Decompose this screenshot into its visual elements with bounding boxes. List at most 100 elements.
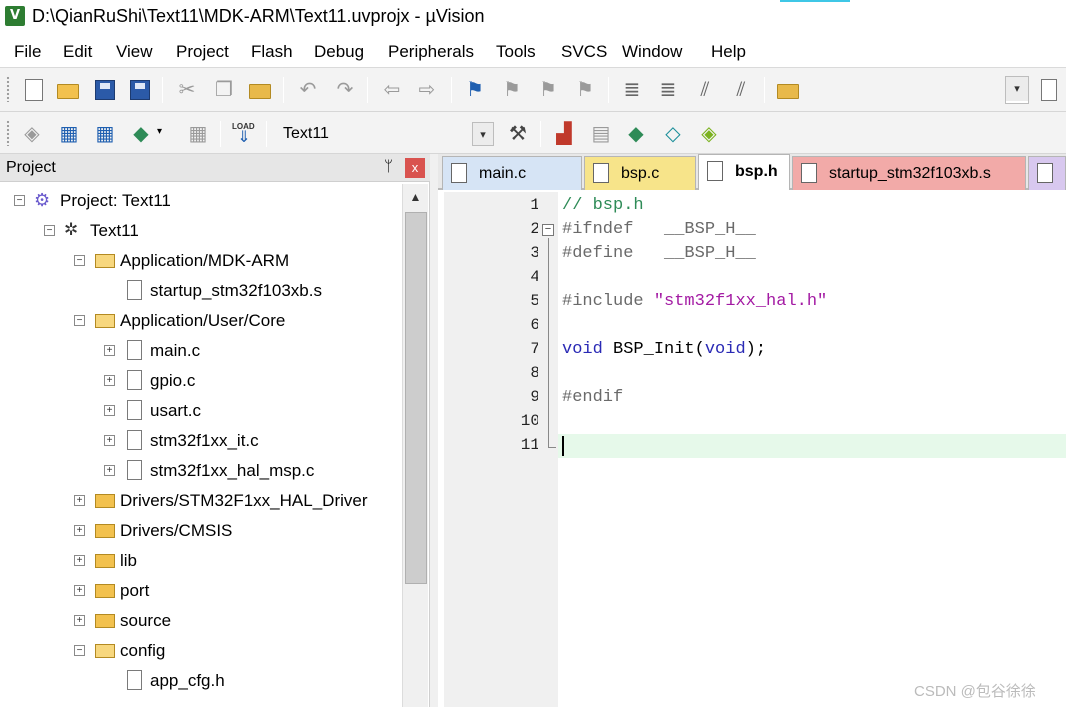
menu-tools[interactable]: Tools <box>496 42 536 62</box>
redo-button[interactable]: ↷ <box>333 78 357 102</box>
menu-svcs[interactable]: SVCS <box>561 42 607 62</box>
code-line[interactable]: #ifndef __BSP_H__ <box>562 220 756 239</box>
collapse-icon[interactable]: − <box>74 645 85 656</box>
copy-button[interactable]: ❐ <box>212 78 236 102</box>
expand-icon[interactable]: + <box>104 465 115 476</box>
collapse-icon[interactable]: − <box>74 255 85 266</box>
batch-build-button[interactable]: ◆ <box>129 122 153 146</box>
navigate-forward-button[interactable]: ⇨ <box>415 78 439 102</box>
undo-icon: ↶ <box>299 79 317 101</box>
save-button[interactable] <box>93 78 117 102</box>
editor-tab[interactable] <box>1028 156 1066 190</box>
toggle-bookmark-button[interactable]: ⚑ <box>463 78 487 102</box>
menu-debug[interactable]: Debug <box>314 42 364 62</box>
code-line[interactable]: #endif <box>562 388 623 407</box>
tree-node[interactable]: − ⚙ Project: Text11 <box>0 186 400 216</box>
toolbar-grip[interactable] <box>6 120 10 146</box>
tree-node[interactable]: + port <box>0 576 400 606</box>
batch-build-dropdown-icon[interactable]: ▾ <box>157 126 162 137</box>
editor-tab[interactable]: bsp.h <box>698 154 790 190</box>
code-line[interactable]: #include "stm32f1xx_hal.h" <box>562 292 827 311</box>
tree-node[interactable]: − Application/User/Core <box>0 306 400 336</box>
unindent-button[interactable]: ≣ <box>656 78 680 102</box>
manage-rte-button[interactable]: ◆ <box>624 122 648 146</box>
tree-node[interactable]: + gpio.c <box>0 366 400 396</box>
uncomment-button[interactable]: ⫽ <box>729 78 753 102</box>
tree-node[interactable]: − Application/MDK-ARM <box>0 246 400 276</box>
collapse-icon[interactable]: − <box>14 195 25 206</box>
tree-node[interactable]: + stm32f1xx_it.c <box>0 426 400 456</box>
load-download-button[interactable]: LOAD ⇓ <box>232 122 256 146</box>
tree-node[interactable]: + usart.c <box>0 396 400 426</box>
pack-installer-button[interactable]: ◇ <box>661 122 685 146</box>
tree-node[interactable]: − ✲ Text11 <box>0 216 400 246</box>
save-all-button[interactable] <box>128 78 152 102</box>
tree-node[interactable]: + stm32f1xx_hal_msp.c <box>0 456 400 486</box>
editor-tab[interactable]: main.c <box>442 156 582 190</box>
undo-button[interactable]: ↶ <box>296 78 320 102</box>
tree-node[interactable]: + Drivers/STM32F1xx_HAL_Driver <box>0 486 400 516</box>
tree-node[interactable]: + lib <box>0 546 400 576</box>
title-bar: V D:\QianRuShi\Text11\MDK-ARM\Text11.uvp… <box>0 0 1066 34</box>
expand-icon[interactable]: + <box>74 525 85 536</box>
expand-icon[interactable]: + <box>74 555 85 566</box>
collapse-icon[interactable]: − <box>74 315 85 326</box>
menu-project[interactable]: Project <box>176 42 229 62</box>
incremental-find-button[interactable] <box>1038 78 1062 102</box>
menu-file[interactable]: File <box>14 42 41 62</box>
tree-node[interactable]: app_cfg.h <box>0 666 400 696</box>
navigate-back-button[interactable]: ⇦ <box>380 78 404 102</box>
menu-help[interactable]: Help <box>711 42 746 62</box>
translate-button[interactable]: ◈ <box>20 122 44 146</box>
tree-node[interactable]: + Drivers/CMSIS <box>0 516 400 546</box>
tree-node[interactable]: − config <box>0 636 400 666</box>
code-line[interactable]: #define __BSP_H__ <box>562 244 756 263</box>
manage-project-items-button[interactable]: ▟ <box>552 122 576 146</box>
comment-button[interactable]: ⫽ <box>693 78 717 102</box>
next-bookmark-button[interactable]: ⚑ <box>536 78 560 102</box>
close-icon[interactable]: x <box>405 158 425 178</box>
toolbar-grip[interactable] <box>6 76 10 102</box>
code-line[interactable]: void BSP_Init(void); <box>562 340 766 359</box>
scrollbar-thumb[interactable] <box>405 212 427 584</box>
find-combo[interactable]: ▾ <box>1005 76 1029 104</box>
indent-button[interactable]: ≣ <box>620 78 644 102</box>
new-file-button[interactable] <box>22 78 46 102</box>
code-line[interactable]: // bsp.h <box>562 196 644 215</box>
scroll-up-icon[interactable]: ▲ <box>405 186 426 208</box>
build-button[interactable]: ▦ <box>57 122 81 146</box>
cut-button[interactable]: ✂ <box>175 78 199 102</box>
fold-collapse-icon[interactable]: − <box>542 224 554 236</box>
pin-icon[interactable]: ᛘ <box>384 158 393 175</box>
editor-tab[interactable]: bsp.c <box>584 156 696 190</box>
find-in-files-button[interactable] <box>776 78 800 102</box>
editor-tab[interactable]: startup_stm32f103xb.s <box>792 156 1026 190</box>
tree-node[interactable]: + source <box>0 606 400 636</box>
cmsis-config-button[interactable]: ◈ <box>697 122 721 146</box>
paste-button[interactable] <box>248 78 272 102</box>
options-for-target-button[interactable]: ⚒ <box>506 122 530 146</box>
open-file-button[interactable] <box>56 78 80 102</box>
menu-flash[interactable]: Flash <box>251 42 293 62</box>
tree-node[interactable]: + main.c <box>0 336 400 366</box>
target-select[interactable]: Text11 ▾ <box>274 120 496 148</box>
project-tree-scrollbar[interactable]: ▲ <box>402 184 428 707</box>
prev-bookmark-button[interactable]: ⚑ <box>500 78 524 102</box>
menu-window[interactable]: Window <box>622 42 682 62</box>
clear-bookmarks-button[interactable]: ⚑ <box>573 78 597 102</box>
expand-icon[interactable]: + <box>104 435 115 446</box>
stop-build-button[interactable]: ▦ <box>186 122 210 146</box>
tree-node[interactable]: startup_stm32f103xb.s <box>0 276 400 306</box>
expand-icon[interactable]: + <box>104 345 115 356</box>
select-packs-button[interactable]: ▤ <box>589 122 613 146</box>
collapse-icon[interactable]: − <box>44 225 55 236</box>
expand-icon[interactable]: + <box>74 585 85 596</box>
rebuild-button[interactable]: ▦ <box>93 122 117 146</box>
expand-icon[interactable]: + <box>104 375 115 386</box>
menu-peripherals[interactable]: Peripherals <box>388 42 474 62</box>
menu-edit[interactable]: Edit <box>63 42 92 62</box>
expand-icon[interactable]: + <box>74 495 85 506</box>
menu-view[interactable]: View <box>116 42 153 62</box>
expand-icon[interactable]: + <box>74 615 85 626</box>
expand-icon[interactable]: + <box>104 405 115 416</box>
